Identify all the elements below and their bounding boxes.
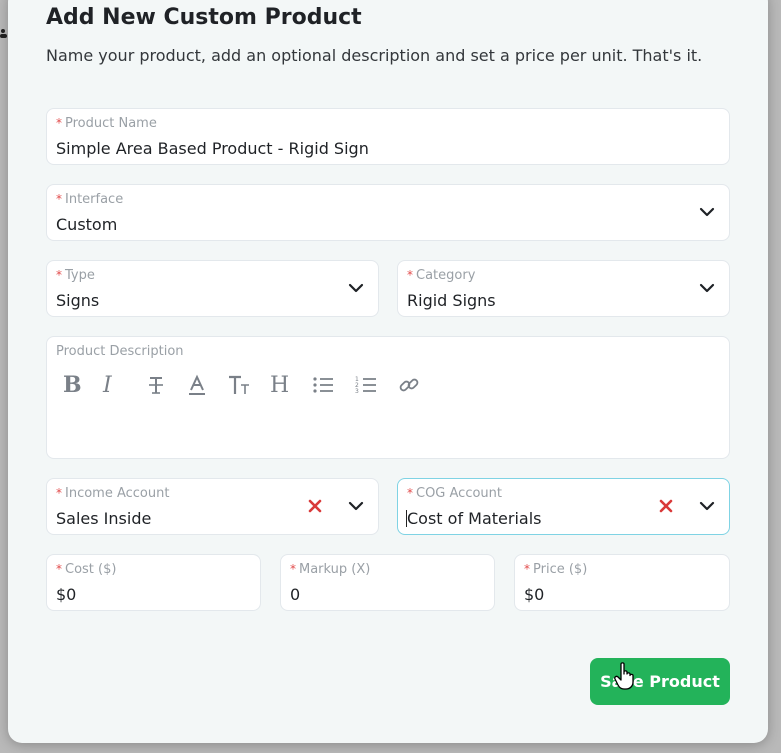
price-field[interactable]: * Price ($) $0 bbox=[514, 554, 730, 611]
add-product-modal: Add New Custom Product Name your product… bbox=[8, 0, 768, 743]
chevron-down-icon[interactable] bbox=[347, 279, 365, 297]
markup-field[interactable]: * Markup (X) 0 bbox=[280, 554, 495, 611]
category-select[interactable]: * Category Rigid Signs bbox=[397, 260, 730, 317]
type-select[interactable]: * Type Signs bbox=[46, 260, 379, 317]
income-account-value: Sales Inside bbox=[56, 509, 152, 528]
modal-title: Add New Custom Product bbox=[46, 5, 362, 30]
markup-input[interactable]: 0 bbox=[290, 585, 300, 604]
chevron-down-icon[interactable] bbox=[698, 497, 716, 515]
product-description-editor[interactable]: Product Description B I H 123 bbox=[46, 336, 730, 459]
background-right-edge bbox=[767, 0, 781, 753]
product-name-label: * Product Name bbox=[56, 116, 157, 131]
product-name-input[interactable]: Simple Area Based Product - Rigid Sign bbox=[56, 139, 369, 158]
category-value: Rigid Signs bbox=[407, 291, 496, 310]
background-user-icon bbox=[0, 26, 8, 40]
price-input[interactable]: $0 bbox=[524, 585, 544, 604]
italic-icon[interactable]: I bbox=[103, 371, 149, 399]
hand-cursor-icon bbox=[614, 662, 634, 690]
modal-subtitle: Name your product, add an optional descr… bbox=[46, 46, 703, 65]
markup-label: * Markup (X) bbox=[290, 562, 371, 577]
product-description-label: Product Description bbox=[56, 344, 184, 359]
income-account-select[interactable]: * Income Account Sales Inside bbox=[46, 478, 379, 535]
interface-label: * Interface bbox=[56, 192, 124, 207]
cost-field[interactable]: * Cost ($) $0 bbox=[46, 554, 261, 611]
cog-account-value[interactable]: Cost of Materials bbox=[406, 509, 542, 528]
type-label: * Type bbox=[56, 268, 95, 283]
product-name-field[interactable]: * Product Name Simple Area Based Product … bbox=[46, 108, 730, 165]
svg-text:3: 3 bbox=[355, 388, 359, 395]
rich-text-toolbar: B I H 123 bbox=[63, 371, 450, 399]
clear-x-icon[interactable] bbox=[658, 498, 674, 514]
category-label: * Category bbox=[407, 268, 476, 283]
type-value: Signs bbox=[56, 291, 100, 310]
cost-label: * Cost ($) bbox=[56, 562, 117, 577]
bold-icon[interactable]: B bbox=[63, 371, 106, 399]
clear-x-icon[interactable] bbox=[307, 498, 323, 514]
save-product-button[interactable]: Save Product bbox=[590, 658, 730, 705]
price-label: * Price ($) bbox=[524, 562, 588, 577]
link-icon[interactable] bbox=[399, 371, 450, 399]
interface-select[interactable]: * Interface Custom bbox=[46, 184, 730, 241]
interface-value: Custom bbox=[56, 215, 118, 234]
chevron-down-icon[interactable] bbox=[698, 279, 716, 297]
chevron-down-icon[interactable] bbox=[698, 203, 716, 221]
cog-account-select[interactable]: * COG Account Cost of Materials bbox=[397, 478, 730, 535]
cog-account-label: * COG Account bbox=[407, 486, 503, 501]
cost-input[interactable]: $0 bbox=[56, 585, 76, 604]
income-account-label: * Income Account bbox=[56, 486, 170, 501]
chevron-down-icon[interactable] bbox=[347, 497, 365, 515]
